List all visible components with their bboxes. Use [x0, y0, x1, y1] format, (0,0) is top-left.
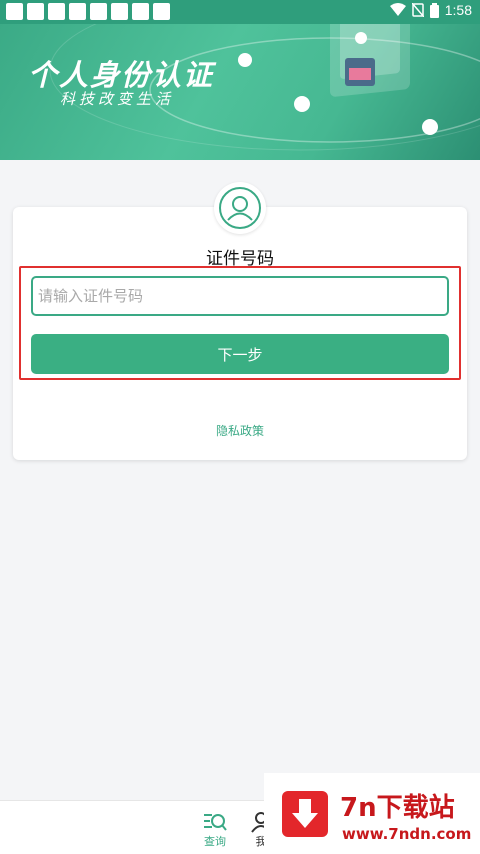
- user-icon: [219, 187, 261, 229]
- tab-query-label: 查询: [204, 835, 226, 848]
- watermark-url: www.7ndn.com: [342, 825, 472, 843]
- next-button[interactable]: 下一步: [31, 334, 449, 374]
- wifi-icon: [389, 3, 406, 16]
- notification-icon: [153, 3, 170, 20]
- header-banner: 个人身份认证 科技改变生活: [0, 0, 480, 160]
- watermark-title: 7n下载站: [340, 793, 455, 823]
- notification-icon: [27, 3, 44, 20]
- notification-icon: [132, 3, 149, 20]
- notification-icon: [48, 3, 65, 20]
- id-verification-card: 证件号码 下一步 隐私政策: [13, 207, 467, 460]
- id-number-field[interactable]: [31, 276, 449, 316]
- notification-icon: [6, 3, 23, 20]
- clock: 1:58: [444, 2, 472, 18]
- notification-icons: [6, 3, 170, 20]
- download-logo-icon: [282, 791, 328, 837]
- notification-icon: [69, 3, 86, 20]
- form-title: 证件号码: [206, 249, 274, 269]
- query-icon: [204, 814, 227, 831]
- notification-icon: [90, 3, 107, 20]
- id-number-input[interactable]: [38, 278, 447, 314]
- status-bar: 1:58: [0, 0, 480, 24]
- site-watermark: 7n下载站 www.7ndn.com: [264, 773, 480, 854]
- privacy-policy-link[interactable]: 隐私政策: [13, 422, 467, 439]
- notification-icon: [111, 3, 128, 20]
- avatar: [214, 182, 266, 234]
- tab-query[interactable]: 查询: [202, 811, 228, 849]
- status-right: 1:58: [389, 2, 472, 18]
- no-sim-icon: [411, 3, 424, 17]
- battery-icon: [429, 2, 439, 18]
- banner-subtitle: 科技改变生活: [60, 90, 175, 108]
